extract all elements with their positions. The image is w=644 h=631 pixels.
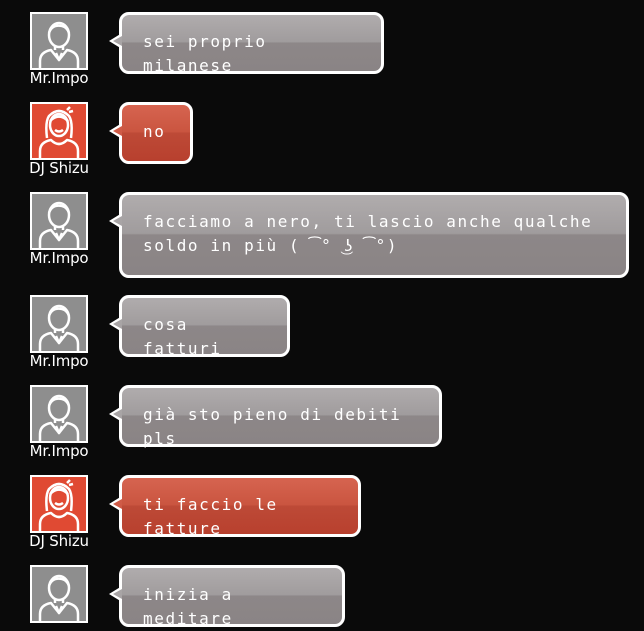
bubble-tail [109,406,122,422]
message-bubble: cosa fatturi [109,295,290,358]
man-avatar-icon[interactable] [30,385,88,443]
message-text: ti faccio le fatture [143,495,278,538]
message-text: già sto pieno di debiti pls [143,405,402,448]
message-text: inizia a meditare [143,585,233,628]
message-bubble: facciamo a nero, ti lascio anche qualche… [109,192,629,278]
sender-name: Mr.Impo [29,249,89,267]
man-avatar-icon[interactable] [30,192,88,250]
message-text: cosa fatturi [143,315,222,358]
woman-avatar-icon[interactable] [30,475,88,533]
woman-avatar-icon[interactable] [30,102,88,160]
man-avatar-icon[interactable] [30,565,88,623]
message-bubble: ti faccio le fatture [109,475,361,538]
bubble-tail [109,213,122,229]
bubble-tail [109,316,122,332]
message-bubble: no [109,102,193,164]
man-avatar-icon[interactable] [30,12,88,70]
bubble-tail [109,496,122,512]
message-text: facciamo a nero, ti lascio anche qualche… [143,212,593,255]
sender-name: Mr.Impo [29,442,89,460]
message-bubble: già sto pieno di debiti pls [109,385,442,448]
message-text: sei proprio milanese [143,32,267,75]
message-text: no [143,122,166,141]
message-bubble: sei proprio milanese [109,12,384,75]
sender-name: Mr.Impo [29,352,89,370]
bubble-tail [109,586,122,602]
bubble-tail [109,33,122,49]
sender-name: Mr.Impo [29,69,89,87]
sender-name: DJ Shizu [29,159,89,177]
bubble-tail [109,123,122,139]
sender-name: DJ Shizu [29,532,89,550]
man-avatar-icon[interactable] [30,295,88,353]
message-bubble: inizia a meditare [109,565,345,628]
